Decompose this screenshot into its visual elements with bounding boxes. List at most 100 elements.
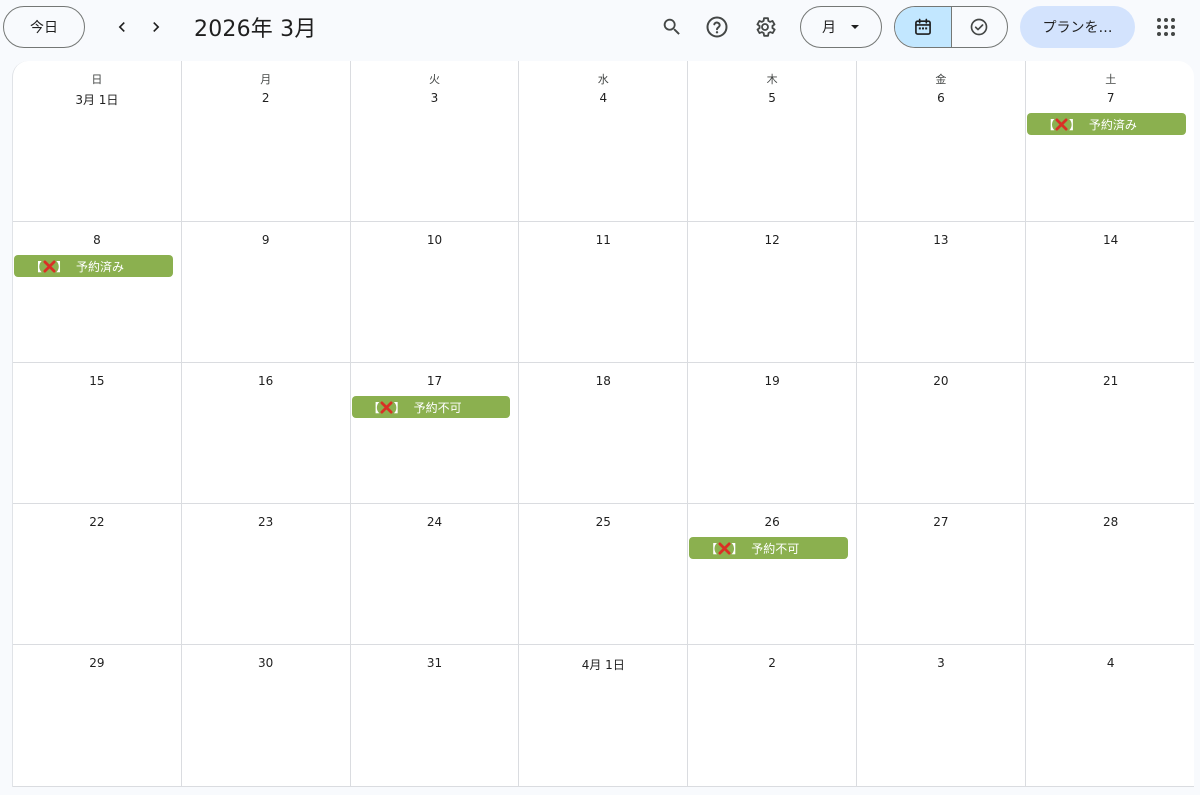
day-number[interactable]: 28: [1026, 515, 1194, 529]
bracket-open: 【: [1042, 117, 1055, 132]
day-cell[interactable]: 土7: [1025, 61, 1194, 222]
day-cell[interactable]: 30: [181, 645, 351, 787]
day-number[interactable]: 5: [688, 91, 856, 105]
calendar-view-button[interactable]: [895, 7, 951, 47]
day-number[interactable]: 2: [688, 656, 856, 670]
day-number[interactable]: 4: [1026, 656, 1194, 670]
day-number[interactable]: 9: [182, 233, 350, 247]
weekday-label: 土: [1105, 73, 1117, 86]
day-number[interactable]: 10: [351, 233, 519, 247]
day-number[interactable]: 3: [351, 91, 519, 105]
day-number[interactable]: 21: [1026, 374, 1194, 388]
weekday-label: 月: [260, 73, 272, 86]
day-cell[interactable]: 10: [350, 222, 520, 363]
day-cell[interactable]: 31: [350, 645, 520, 787]
plan-button[interactable]: プランを…: [1020, 6, 1135, 48]
day-cell[interactable]: 火3: [350, 61, 520, 222]
day-cell[interactable]: 14: [1025, 222, 1194, 363]
day-cell[interactable]: 23: [181, 504, 351, 645]
day-cell[interactable]: 29: [13, 645, 182, 787]
day-cell[interactable]: 2: [688, 645, 857, 787]
bracket-close: 】: [1068, 117, 1081, 132]
view-selector-label: 月: [822, 20, 836, 36]
day-number[interactable]: 22: [13, 515, 181, 529]
apps-button[interactable]: [1146, 7, 1186, 47]
day-number[interactable]: 4: [519, 91, 687, 105]
day-cell[interactable]: 水4: [519, 61, 689, 222]
day-number[interactable]: 3月 1日: [13, 91, 181, 108]
day-cell[interactable]: 4: [1025, 645, 1194, 787]
view-selector[interactable]: 月: [800, 6, 882, 48]
day-cell[interactable]: 9: [181, 222, 351, 363]
day-cell[interactable]: 20: [857, 363, 1026, 504]
event-chip[interactable]: 【】予約済み: [14, 255, 173, 277]
search-icon: [663, 18, 680, 35]
prev-month-button[interactable]: [104, 7, 140, 47]
day-number[interactable]: 2: [182, 91, 350, 105]
day-cell[interactable]: 18: [519, 363, 689, 504]
day-number[interactable]: 12: [688, 233, 856, 247]
day-number[interactable]: 6: [857, 91, 1025, 105]
day-cell[interactable]: 4月 1日: [519, 645, 689, 787]
event-title: 予約済み: [1088, 117, 1137, 132]
tasks-view-button[interactable]: [950, 7, 1007, 47]
event-title: 予約不可: [751, 541, 800, 556]
day-cell[interactable]: 11: [519, 222, 689, 363]
day-cell[interactable]: 21: [1025, 363, 1194, 504]
day-number[interactable]: 3: [857, 656, 1025, 670]
day-number[interactable]: 4月 1日: [519, 656, 687, 673]
day-number[interactable]: 8: [13, 233, 181, 247]
event-chip[interactable]: 【】予約不可: [689, 537, 848, 559]
event-marker: 【】: [705, 540, 743, 557]
settings-button[interactable]: [745, 7, 785, 47]
day-cell[interactable]: 15: [13, 363, 182, 504]
day-cell[interactable]: 16: [181, 363, 351, 504]
day-cell[interactable]: 19: [688, 363, 857, 504]
day-number[interactable]: 11: [519, 233, 687, 247]
day-number[interactable]: 15: [13, 374, 181, 388]
day-number[interactable]: 26: [688, 515, 856, 529]
search-button[interactable]: [652, 7, 692, 47]
day-cell[interactable]: 金6: [857, 61, 1026, 222]
check-circle-icon: [971, 18, 988, 36]
day-cell[interactable]: 12: [688, 222, 857, 363]
day-number[interactable]: 25: [519, 515, 687, 529]
bracket-close: 】: [393, 400, 406, 415]
day-number[interactable]: 30: [182, 656, 350, 670]
day-cell[interactable]: 24: [350, 504, 520, 645]
day-number[interactable]: 31: [351, 656, 519, 670]
event-chip[interactable]: 【】予約済み: [1026, 113, 1186, 135]
day-number[interactable]: 20: [857, 374, 1025, 388]
page-title: 2026年 3月: [194, 17, 317, 42]
day-cell[interactable]: 木5: [688, 61, 857, 222]
weekday-label: 木: [766, 73, 778, 86]
today-button[interactable]: 今日: [3, 6, 85, 48]
bracket-close: 】: [731, 541, 744, 556]
day-number[interactable]: 14: [1026, 233, 1194, 247]
day-cell[interactable]: 22: [13, 504, 182, 645]
next-month-button[interactable]: [138, 7, 174, 47]
help-button[interactable]: [697, 7, 737, 47]
day-number[interactable]: 19: [688, 374, 856, 388]
day-number[interactable]: 7: [1026, 91, 1194, 105]
day-number[interactable]: 18: [519, 374, 687, 388]
day-cell[interactable]: 月2: [181, 61, 351, 222]
day-cell[interactable]: 26: [688, 504, 857, 645]
event-chip[interactable]: 【】予約不可: [351, 396, 511, 418]
day-cell[interactable]: 28: [1025, 504, 1194, 645]
day-number[interactable]: 29: [13, 656, 181, 670]
day-number[interactable]: 13: [857, 233, 1025, 247]
day-cell[interactable]: 25: [519, 504, 689, 645]
day-number[interactable]: 17: [351, 374, 519, 388]
day-cell[interactable]: 27: [857, 504, 1026, 645]
event-title: 予約済み: [76, 259, 125, 274]
day-cell[interactable]: 3: [857, 645, 1026, 787]
day-number[interactable]: 27: [857, 515, 1025, 529]
day-cell[interactable]: 日 3月 1日: [13, 61, 182, 222]
day-number[interactable]: 23: [182, 515, 350, 529]
day-number[interactable]: 16: [182, 374, 350, 388]
day-cell[interactable]: 8: [13, 222, 182, 363]
day-cell[interactable]: 17: [350, 363, 520, 504]
day-number[interactable]: 24: [351, 515, 519, 529]
day-cell[interactable]: 13: [857, 222, 1026, 363]
